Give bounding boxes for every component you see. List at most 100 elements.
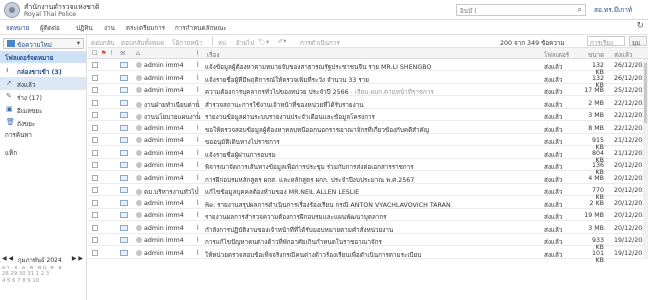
message-from-name: งานนโยบายแผนงาน [144, 114, 201, 121]
row-checkbox[interactable] [92, 62, 98, 68]
message-row[interactable]: งานนโยบายแผนงาน ⌇ รายงานข้อมูลผ่านระบบรายง… [88, 109, 648, 121]
read-column-icon[interactable]: ✉ [120, 50, 125, 57]
row-checkbox[interactable] [92, 174, 98, 181]
search-box[interactable]: อินบ๊ ( ⌕ [456, 4, 586, 16]
row-checkbox[interactable] [92, 87, 98, 93]
menu-contacts[interactable]: ผู้ติดต่อ [40, 23, 60, 33]
message-row[interactable]: admin imm4 ⌇ กำลังการปฏิบัติงานของเจ้าหน้า… [88, 222, 648, 234]
searches-section[interactable]: การค้นหา [5, 130, 32, 140]
envelope-icon [120, 124, 128, 131]
flag-icon[interactable]: ✐▾ [278, 38, 286, 45]
message-row[interactable]: admin imm4 ⌇ การฝึกอบรมหลักสูตร ผกส. และหล… [88, 172, 648, 184]
sidebar-item-trash[interactable]: 🗑 ถังขยะ [0, 116, 86, 129]
paperclip-icon: ⌇ [196, 223, 200, 232]
toolbar-divider [212, 36, 213, 46]
message-subject: แก้ไขข้อมูลบุคคลต้องห้ามของ MR.NEIL ALLE… [205, 187, 542, 197]
paperclip-icon: ⌇ [196, 198, 200, 207]
row-checkbox[interactable] [92, 212, 98, 218]
sidebar-item-sent[interactable]: ➚ ส่งแล้ว [0, 77, 86, 90]
message-row[interactable]: admin imm4 ⌇ ความต้องการบุคลากรทั่วไปของหน… [88, 84, 648, 96]
search-scope-select[interactable]: อินบ๊ ( [460, 6, 477, 16]
row-checkbox[interactable] [92, 74, 98, 81]
message-from: admin imm4 [136, 224, 184, 232]
message-row[interactable]: admin imm4 ⌇ Re: รายงานสรุปผลการดำเนินการเ… [88, 197, 648, 209]
message-subject-text: การฝึกอบรมหลักสูตร ผกส. และหลักสูตร ผกก.… [205, 176, 415, 184]
row-checkbox[interactable] [92, 249, 98, 256]
tags-section[interactable]: แท็ก [5, 148, 17, 158]
actions-button[interactable]: การดำเนินการ [300, 38, 340, 48]
message-row[interactable]: admin imm4 ⌇ แจ้งรายชื่อผู้ผ่านการอบรม ส่ง… [88, 147, 648, 164]
sort-select[interactable]: การเรียงลำดับ [587, 36, 625, 57]
calendar-week-row[interactable]: 4 5 6 7 8 9 10 [2, 278, 39, 284]
row-checkbox[interactable] [92, 124, 98, 131]
tag-icon[interactable]: 🏷▾ [258, 38, 269, 46]
message-row[interactable]: admin imm4 ⌇ แจ้งข้อมูลผู้ต้องหาตามหมายจับ… [88, 59, 648, 76]
refresh-icon[interactable]: ↻ [636, 21, 644, 31]
sidebar-item-drafts[interactable]: ✎ ร่าง (17) [0, 90, 86, 103]
row-checkbox[interactable] [92, 187, 98, 193]
message-row[interactable]: ตม.บริหารงานทั่วไป ⌇ แก้ไขข้อมูลบุคคลต้องห… [88, 184, 648, 201]
message-row[interactable]: admin imm4 ⌇ ให้หน่วยตรวจสอบข้อเท็จจริงกรณ… [88, 247, 648, 264]
calendar-week-row[interactable]: 28 29 30 31 1 2 3 [2, 271, 49, 277]
row-checkbox[interactable] [92, 162, 98, 168]
message-row[interactable]: admin imm4 ⌇ พิจารณาจัดการเส้นทางข้อมูลเพื… [88, 159, 648, 176]
message-from: admin imm4 [136, 199, 184, 207]
scrollbar-thumb[interactable] [644, 63, 647, 123]
avatar [136, 124, 142, 131]
attachment-column-icon[interactable]: ⌇ [196, 50, 199, 57]
avatar [136, 114, 142, 120]
row-checkbox[interactable] [92, 99, 98, 106]
view-select[interactable]: มุม [629, 36, 647, 47]
flag-column-icon[interactable]: ⚑ [101, 50, 107, 57]
menu-preferences[interactable]: การกำหนดลักษณะ [175, 23, 227, 33]
row-checkbox[interactable] [92, 149, 98, 156]
message-subject-text: แจ้งข้อมูลผู้ต้องหาตามหมายจับของสาธารณรั… [205, 64, 432, 71]
select-all-checkbox[interactable]: ☐ [92, 50, 98, 57]
delete-button[interactable]: ลบ [218, 38, 226, 48]
reply-button[interactable]: ตอบกลับ [91, 38, 115, 48]
next-month-icon[interactable]: ▶ ▶ [72, 255, 83, 262]
message-subject-text: รายงานข้อมูลผ่านระบบรายงานประจำเดือนและข… [205, 114, 375, 121]
row-checkbox[interactable] [92, 137, 98, 143]
message-subject-text: ขอให้ตรวจสอบข้อมูลผู้ต้องหาหลบหนีออกนอกร… [205, 126, 430, 134]
list-scrollbar[interactable] [643, 59, 648, 259]
priority-column-icon[interactable]: ! [110, 50, 113, 57]
new-message-button[interactable]: ข้อความใหม่ ▾ [3, 38, 84, 49]
menu-briefcase[interactable]: ตระเตรียมการ [126, 23, 165, 33]
search-icon[interactable]: ⌕ [578, 5, 582, 15]
avatar [136, 237, 142, 243]
from-column-icon[interactable]: ⌂ [136, 50, 140, 57]
paperclip-icon: ⌇ [196, 236, 200, 244]
row-checkbox[interactable] [92, 199, 98, 206]
reply-all-button[interactable]: ตอบกลับทั้งหมด [121, 38, 164, 48]
message-row[interactable]: งานฝ่ายทำเนียบด่าน ⌇ สำรวจสถานะการใช้งานเจ… [88, 97, 648, 109]
folders-header[interactable]: โฟลเดอร์จดหมาย [0, 51, 86, 63]
row-checkbox[interactable] [92, 224, 98, 231]
message-subject: กำลังการปฏิบัติงานของเจ้าหน้าที่ที่ได้รั… [205, 225, 542, 235]
junk-icon: ▣ [6, 105, 13, 113]
user-name[interactable]: สอ.ทร.มีเกาท์ [594, 5, 632, 15]
message-row[interactable]: admin imm4 ⌇ ขอให้ตรวจสอบข้อมูลผู้ต้องหาหล… [88, 122, 648, 134]
paperclip-icon: ⌇ [196, 161, 200, 169]
menu-calendar[interactable]: ปฏิทิน [76, 23, 93, 33]
new-message-label: ข้อความใหม่ [17, 42, 52, 49]
row-checkbox[interactable] [92, 237, 98, 243]
message-row[interactable]: admin imm4 ⌇ ขออนุมัติเดินทางไปราชการ ส่งแ… [88, 134, 648, 151]
menu-tasks[interactable]: งาน [104, 23, 115, 33]
chevron-down-icon[interactable]: ▾ [77, 40, 80, 47]
prev-month-icon[interactable]: ◀ ◀ [2, 255, 13, 262]
move-button[interactable]: ย้ายไป [236, 38, 254, 48]
forward-button[interactable]: โอ้กายหน้า [172, 38, 202, 48]
envelope-icon [120, 62, 128, 68]
row-checkbox[interactable] [92, 112, 98, 118]
paperclip-icon: ⌇ [196, 186, 200, 194]
sidebar-item-junk[interactable]: ▣ อีเมลขยะ [0, 103, 86, 116]
envelope-icon [120, 174, 128, 181]
message-row[interactable]: admin imm4 ⌇ แจ้งรายชื่อผู้ที่มีพฤติการณ์ใ… [88, 72, 648, 89]
message-folder: ส่งแล้ว [544, 176, 563, 184]
message-row[interactable]: admin imm4 ⌇ รายงานผลการสำรวจความต้องการฝึ… [88, 209, 648, 221]
avatar [136, 74, 142, 81]
sidebar-item-inbox[interactable]: ⭳ กล่องขาเข้า (3) [0, 64, 86, 77]
trash-icon: 🗑 [6, 118, 15, 126]
message-row[interactable]: admin imm4 ⌇ การแก้ไขปัญหาคนต่างด้าวที่พัก… [88, 234, 648, 251]
